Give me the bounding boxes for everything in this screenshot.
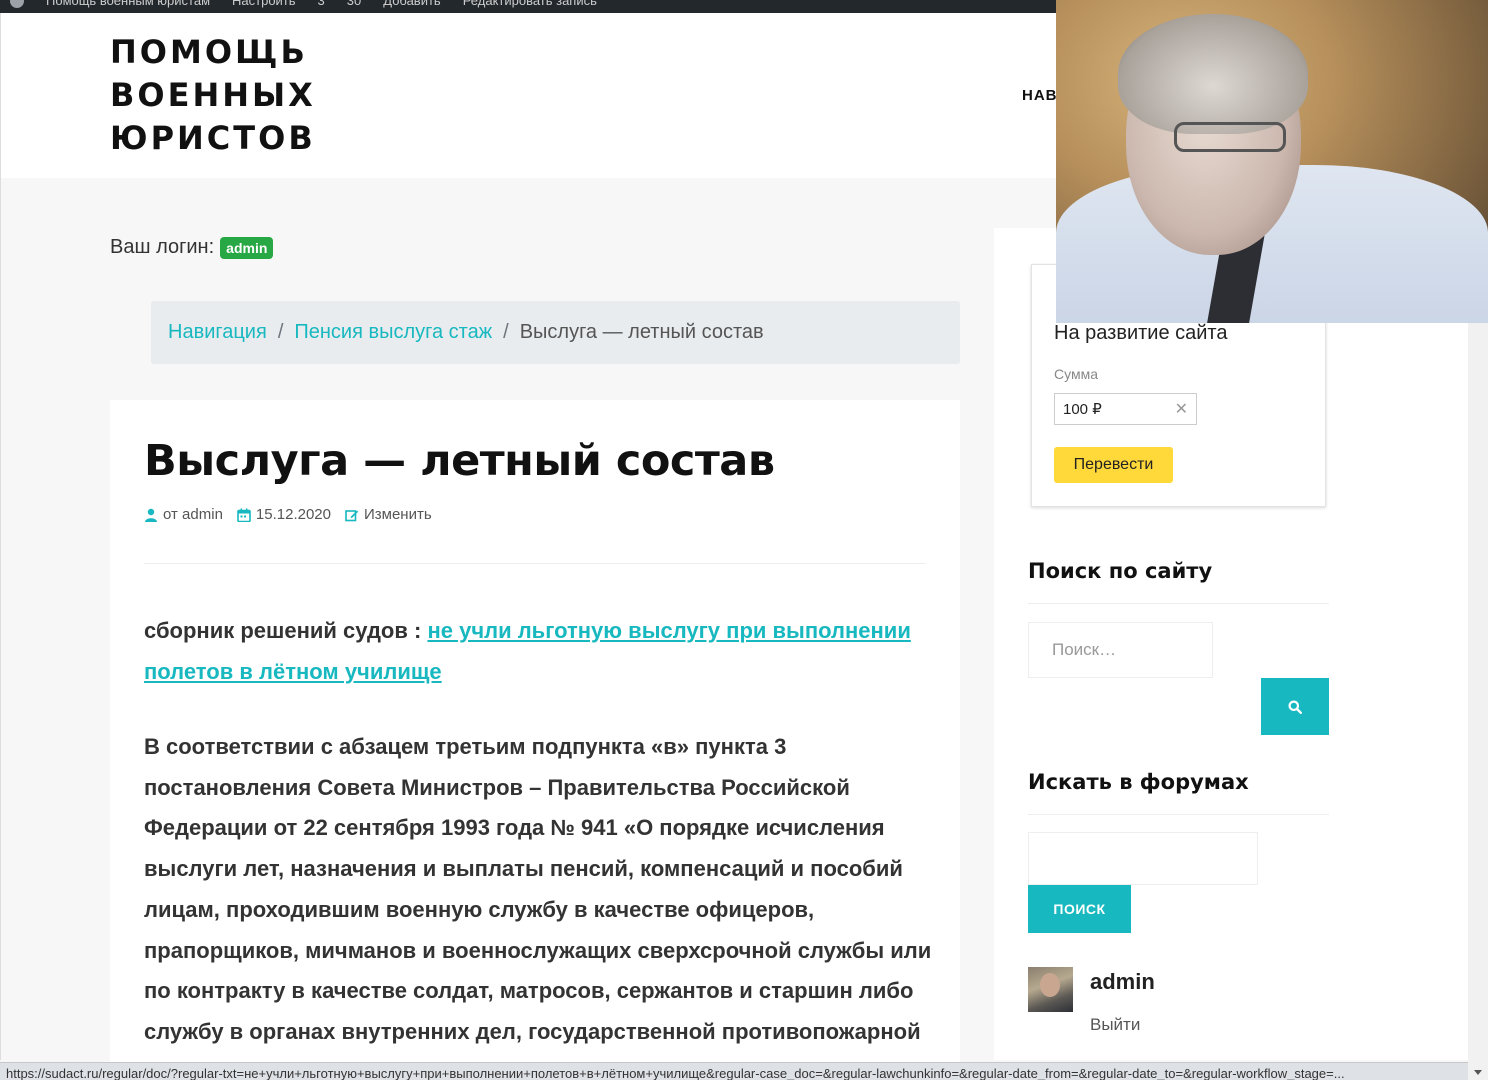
login-badge: admin [220,236,274,259]
donate-amount-value: 100 ₽ [1063,401,1102,418]
article-body: В соответствии с абзацем третьим подпунк… [144,734,932,1044]
breadcrumb-current: Выслуга — летный состав [519,321,764,343]
widget-divider [1028,603,1329,604]
user-icon [145,508,157,522]
widget-divider [1028,814,1329,815]
meta-author[interactable]: от admin [144,506,223,523]
breadcrumb-link[interactable]: Навигация [168,321,267,344]
article: Выслуга — летный состав от admin 15.12.2… [110,400,960,1080]
admin-bar-edit-post[interactable]: Редактировать запись [463,0,597,8]
site-search-button[interactable] [1261,678,1329,735]
user-name[interactable]: admin [1090,969,1155,995]
donate-title: На развитие сайта [1054,322,1228,344]
forum-search-input[interactable] [1028,832,1258,885]
meta-edit-text: Изменить [363,506,432,523]
scroll-down-icon[interactable] [1474,1070,1482,1075]
article-title: Выслуга — летный состав [144,436,775,486]
site-header: ПОМОЩЬ ВОЕННЫХ ЮРИСТОВ НАВ [0,13,1058,178]
admin-bar-site-name[interactable]: Помощь военным юристам [46,0,210,8]
admin-bar-comments[interactable]: 30 [347,0,361,8]
logout-link[interactable]: Выйти [1090,1015,1140,1035]
admin-bar-new[interactable]: Добавить [383,0,440,8]
breadcrumb: Навигация / Пенсия выслуга стаж / Выслуг… [151,301,960,364]
clear-icon[interactable]: ✕ [1175,399,1188,419]
meta-author-text: от admin [163,506,223,523]
donate-amount-label: Сумма [1054,366,1098,382]
breadcrumb-separator: / [277,321,284,343]
login-indicator: Ваш логин: admin [110,236,274,259]
breadcrumb-separator: / [503,321,509,343]
sidebar: На развитие сайта Сумма 100 ₽ ✕ Перевест… [994,228,1469,1060]
forum-search-button[interactable]: ПОИСК [1028,885,1131,933]
meta-edit[interactable]: Изменить [345,506,432,523]
article-divider [144,563,926,564]
main-nav-item[interactable]: НАВ [1022,87,1058,104]
site-title-line: ВОЕННЫХ [110,76,316,114]
site-title-line: ПОМОЩЬ [110,33,308,71]
browser-status-bar: https://sudact.ru/regular/doc/?regular-t… [0,1062,1468,1080]
article-meta: от admin 15.12.2020 Изменить [144,506,432,523]
breadcrumb-link[interactable]: Пенсия выслуга стаж [294,321,492,344]
edit-icon [345,509,359,521]
webcam-overlay [1056,0,1488,323]
site-title[interactable]: ПОМОЩЬ ВОЕННЫХ ЮРИСТОВ [110,31,370,160]
search-icon [1288,700,1302,714]
admin-bar-customize[interactable]: Настроить [232,0,296,8]
search-widget-title: Поиск по сайту [1028,559,1213,583]
webcam-glasses [1174,122,1286,152]
calendar-icon [237,508,251,522]
login-label: Ваш логин: [110,236,215,258]
lead-prefix: сборник решений судов : [144,618,428,643]
webcam-hair [1118,14,1308,134]
site-title-line: ЮРИСТОВ [110,119,316,157]
donate-button[interactable]: Перевести [1054,447,1173,483]
meta-date[interactable]: 15.12.2020 [237,506,331,523]
forum-search-title: Искать в форумах [1028,770,1249,794]
avatar[interactable] [1028,967,1073,1012]
wp-logo-icon[interactable] [10,0,24,8]
donate-amount-input[interactable]: 100 ₽ ✕ [1054,393,1197,425]
article-lead: сборник решений судов : не учли льготную… [144,610,924,692]
meta-date-text: 15.12.2020 [255,506,331,523]
admin-bar-updates[interactable]: 3 [318,0,325,8]
site-search-input[interactable]: Поиск… [1028,622,1213,678]
